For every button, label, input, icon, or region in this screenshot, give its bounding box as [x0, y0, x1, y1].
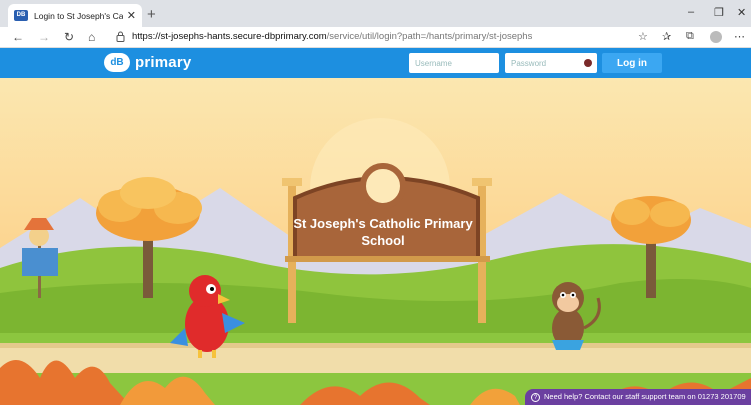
url-path: /service/util/login?path=/hants/primary/…: [326, 31, 533, 42]
sign-line-2: School: [361, 233, 404, 248]
browser-tab[interactable]: DB Login to St Joseph's Catholic Prim ✕: [8, 4, 142, 27]
browser-toolbar: ← → ↻ ⌂ https://st-josephs-hants.secure-…: [0, 27, 751, 48]
username-input[interactable]: [409, 53, 499, 73]
home-icon[interactable]: ⌂: [88, 30, 95, 44]
minimize-icon[interactable]: –: [688, 6, 694, 18]
favorite-star-icon[interactable]: ☆: [638, 30, 648, 43]
more-menu-icon[interactable]: ⋯: [734, 30, 745, 43]
login-button[interactable]: Log in: [602, 53, 662, 73]
favorites-list-icon[interactable]: ✰: [662, 30, 671, 43]
sign-line-1: St Joseph's Catholic Primary: [293, 216, 473, 231]
password-reveal-icon[interactable]: [584, 59, 592, 67]
help-icon: ?: [531, 392, 540, 402]
browser-tab-strip: DB Login to St Joseph's Catholic Prim ✕ …: [0, 0, 751, 27]
back-icon[interactable]: ←: [12, 30, 24, 44]
footpath: [0, 346, 751, 373]
dbprimary-logo[interactable]: dB primary: [104, 53, 191, 72]
lock-icon: [116, 31, 125, 42]
close-tab-icon[interactable]: ✕: [127, 9, 136, 22]
school-illustration: St Joseph's Catholic Primary School: [0, 78, 751, 405]
forward-icon[interactable]: →: [38, 30, 50, 44]
collections-icon[interactable]: ⧉: [686, 30, 694, 43]
tab-title: Login to St Joseph's Catholic Prim: [34, 10, 123, 21]
help-banner[interactable]: ? Need help? Contact our staff support te…: [525, 389, 751, 405]
close-window-icon[interactable]: ✕: [737, 6, 746, 19]
logo-badge: dB: [104, 53, 130, 72]
logo-text: primary: [135, 54, 192, 71]
scene-artwork: St Joseph's Catholic Primary School: [0, 78, 751, 405]
refresh-icon[interactable]: ↻: [64, 30, 74, 44]
new-tab-icon[interactable]: +: [147, 6, 156, 23]
help-text: Need help? Contact our staff support tea…: [544, 392, 746, 401]
url-host: https://st-josephs-hants.secure-dbprimar…: [132, 31, 327, 42]
site-favicon-icon: DB: [14, 10, 28, 21]
restore-icon[interactable]: ❐: [714, 6, 724, 19]
site-header: dB primary Log in: [0, 48, 751, 78]
address-bar[interactable]: https://st-josephs-hants.secure-dbprimar…: [132, 31, 532, 42]
profile-avatar[interactable]: [710, 31, 722, 43]
